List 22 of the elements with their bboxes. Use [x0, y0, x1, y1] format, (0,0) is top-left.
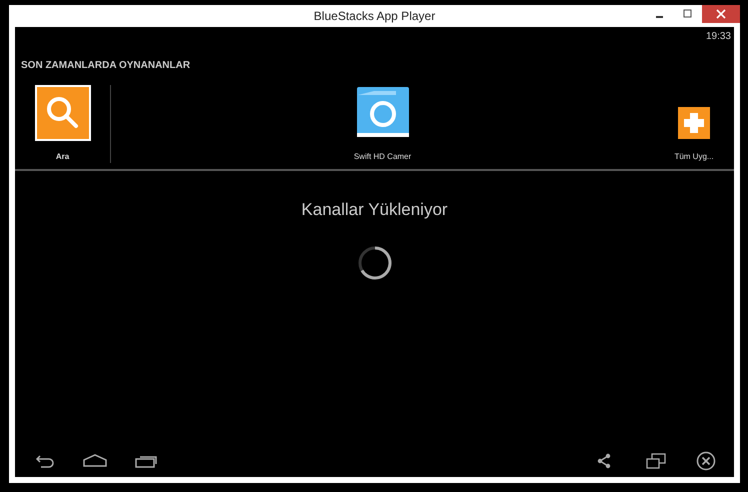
app-shortcut[interactable]: Ara	[34, 85, 90, 163]
clock: 19:33	[706, 30, 731, 44]
app-shortcut[interactable]: Swift HD Camer	[354, 85, 412, 163]
app-shortcut[interactable]: Tüm Uyg...	[674, 85, 714, 163]
app-label: Swift HD Camer	[354, 151, 412, 163]
close-button[interactable]	[702, 5, 740, 23]
app-label: Ara	[56, 151, 70, 163]
loading-spinner	[356, 244, 392, 280]
loading-message: Kanallar Yükleniyor	[301, 199, 448, 221]
app-label: Tüm Uyg...	[674, 151, 714, 163]
section-heading: SON ZAMANLARDA OYNANANLAR	[21, 59, 192, 73]
search-icon	[34, 85, 90, 141]
share-icon[interactable]	[596, 453, 612, 469]
back-icon[interactable]	[33, 454, 55, 468]
plus-icon	[678, 107, 710, 139]
screens-icon[interactable]	[646, 453, 666, 469]
close-circle-icon[interactable]	[696, 451, 716, 471]
recent-apps-icon[interactable]	[135, 454, 159, 468]
home-icon[interactable]	[83, 454, 107, 468]
camera-icon	[356, 85, 410, 139]
close-icon	[716, 9, 726, 19]
window-title: BlueStacks App Player	[314, 8, 436, 25]
